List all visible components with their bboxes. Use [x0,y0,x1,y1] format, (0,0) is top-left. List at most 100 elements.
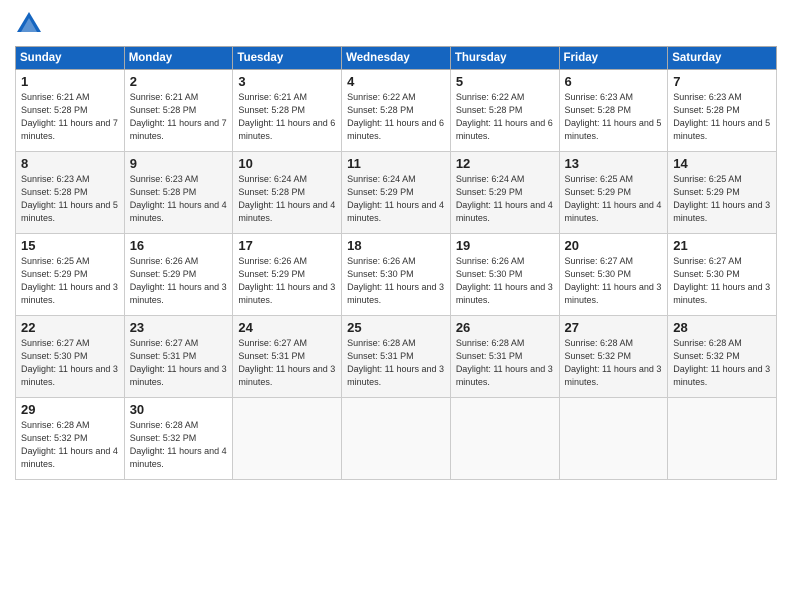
day-number: 24 [238,320,337,335]
day-number: 13 [565,156,664,171]
day-number: 6 [565,74,664,89]
day-info: Sunrise: 6:28 AM Sunset: 5:32 PM Dayligh… [565,337,664,389]
day-info: Sunrise: 6:21 AM Sunset: 5:28 PM Dayligh… [130,91,229,143]
day-info: Sunrise: 6:23 AM Sunset: 5:28 PM Dayligh… [21,173,120,225]
day-number: 30 [130,402,229,417]
week-row-1: 1 Sunrise: 6:21 AM Sunset: 5:28 PM Daylig… [16,70,777,152]
day-number: 27 [565,320,664,335]
calendar-cell: 27 Sunrise: 6:28 AM Sunset: 5:32 PM Dayli… [559,316,668,398]
day-number: 2 [130,74,229,89]
calendar-cell: 1 Sunrise: 6:21 AM Sunset: 5:28 PM Daylig… [16,70,125,152]
day-number: 17 [238,238,337,253]
calendar-cell [559,398,668,480]
calendar-cell: 4Sunrise: 6:22 AM Sunset: 5:28 PM Daylig… [342,70,451,152]
day-info: Sunrise: 6:26 AM Sunset: 5:29 PM Dayligh… [238,255,337,307]
day-number: 12 [456,156,555,171]
calendar-cell: 8 Sunrise: 6:23 AM Sunset: 5:28 PM Daylig… [16,152,125,234]
day-info: Sunrise: 6:27 AM Sunset: 5:30 PM Dayligh… [21,337,120,389]
day-info: Sunrise: 6:27 AM Sunset: 5:31 PM Dayligh… [130,337,229,389]
day-number: 23 [130,320,229,335]
day-info: Sunrise: 6:26 AM Sunset: 5:30 PM Dayligh… [456,255,555,307]
calendar-cell: 19 Sunrise: 6:26 AM Sunset: 5:30 PM Dayli… [450,234,559,316]
day-number: 25 [347,320,446,335]
calendar-cell: 7 Sunrise: 6:23 AM Sunset: 5:28 PM Daylig… [668,70,777,152]
day-number: 7 [673,74,772,89]
week-row-5: 29Sunrise: 6:28 AM Sunset: 5:32 PM Dayli… [16,398,777,480]
day-info: Sunrise: 6:26 AM Sunset: 5:29 PM Dayligh… [130,255,229,307]
header-thursday: Thursday [450,47,559,70]
calendar-cell: 5 Sunrise: 6:22 AM Sunset: 5:28 PM Daylig… [450,70,559,152]
calendar-cell: 6 Sunrise: 6:23 AM Sunset: 5:28 PM Daylig… [559,70,668,152]
header-sunday: Sunday [16,47,125,70]
calendar-table: SundayMondayTuesdayWednesdayThursdayFrid… [15,46,777,480]
calendar-cell: 25 Sunrise: 6:28 AM Sunset: 5:31 PM Dayli… [342,316,451,398]
calendar-cell [668,398,777,480]
calendar-cell: 10Sunrise: 6:24 AM Sunset: 5:28 PM Dayli… [233,152,342,234]
page: SundayMondayTuesdayWednesdayThursdayFrid… [0,0,792,612]
day-number: 16 [130,238,229,253]
calendar-cell [450,398,559,480]
calendar-cell: 14 Sunrise: 6:25 AM Sunset: 5:29 PM Dayli… [668,152,777,234]
day-number: 11 [347,156,446,171]
logo [15,10,47,38]
calendar-cell: 9Sunrise: 6:23 AM Sunset: 5:28 PM Daylig… [124,152,233,234]
day-number: 8 [21,156,120,171]
calendar-cell: 11Sunrise: 6:24 AM Sunset: 5:29 PM Dayli… [342,152,451,234]
day-number: 22 [21,320,120,335]
day-number: 20 [565,238,664,253]
day-number: 1 [21,74,120,89]
week-row-4: 22 Sunrise: 6:27 AM Sunset: 5:30 PM Dayli… [16,316,777,398]
day-info: Sunrise: 6:21 AM Sunset: 5:28 PM Dayligh… [21,91,120,143]
day-info: Sunrise: 6:21 AM Sunset: 5:28 PM Dayligh… [238,91,337,143]
header [15,10,777,38]
day-info: Sunrise: 6:23 AM Sunset: 5:28 PM Dayligh… [673,91,772,143]
day-number: 5 [456,74,555,89]
day-info: Sunrise: 6:27 AM Sunset: 5:30 PM Dayligh… [565,255,664,307]
calendar-cell: 17 Sunrise: 6:26 AM Sunset: 5:29 PM Dayli… [233,234,342,316]
day-info: Sunrise: 6:28 AM Sunset: 5:31 PM Dayligh… [347,337,446,389]
header-row: SundayMondayTuesdayWednesdayThursdayFrid… [16,47,777,70]
header-saturday: Saturday [668,47,777,70]
week-row-3: 15Sunrise: 6:25 AM Sunset: 5:29 PM Dayli… [16,234,777,316]
day-number: 14 [673,156,772,171]
day-info: Sunrise: 6:27 AM Sunset: 5:30 PM Dayligh… [673,255,772,307]
day-info: Sunrise: 6:22 AM Sunset: 5:28 PM Dayligh… [456,91,555,143]
calendar-cell: 23 Sunrise: 6:27 AM Sunset: 5:31 PM Dayli… [124,316,233,398]
day-info: Sunrise: 6:25 AM Sunset: 5:29 PM Dayligh… [21,255,120,307]
day-info: Sunrise: 6:27 AM Sunset: 5:31 PM Dayligh… [238,337,337,389]
calendar-cell: 16 Sunrise: 6:26 AM Sunset: 5:29 PM Dayli… [124,234,233,316]
day-number: 28 [673,320,772,335]
calendar-cell: 24 Sunrise: 6:27 AM Sunset: 5:31 PM Dayli… [233,316,342,398]
calendar-cell: 29Sunrise: 6:28 AM Sunset: 5:32 PM Dayli… [16,398,125,480]
calendar-cell: 15Sunrise: 6:25 AM Sunset: 5:29 PM Dayli… [16,234,125,316]
header-friday: Friday [559,47,668,70]
calendar-cell: 22 Sunrise: 6:27 AM Sunset: 5:30 PM Dayli… [16,316,125,398]
day-number: 21 [673,238,772,253]
calendar-cell: 3 Sunrise: 6:21 AM Sunset: 5:28 PM Daylig… [233,70,342,152]
day-number: 3 [238,74,337,89]
day-info: Sunrise: 6:24 AM Sunset: 5:28 PM Dayligh… [238,173,337,225]
calendar-cell: 28 Sunrise: 6:28 AM Sunset: 5:32 PM Dayli… [668,316,777,398]
calendar-cell: 20 Sunrise: 6:27 AM Sunset: 5:30 PM Dayli… [559,234,668,316]
day-info: Sunrise: 6:25 AM Sunset: 5:29 PM Dayligh… [673,173,772,225]
day-info: Sunrise: 6:28 AM Sunset: 5:32 PM Dayligh… [130,419,229,471]
calendar-cell [233,398,342,480]
day-info: Sunrise: 6:23 AM Sunset: 5:28 PM Dayligh… [565,91,664,143]
calendar-cell: 30 Sunrise: 6:28 AM Sunset: 5:32 PM Dayli… [124,398,233,480]
day-info: Sunrise: 6:24 AM Sunset: 5:29 PM Dayligh… [456,173,555,225]
day-number: 18 [347,238,446,253]
calendar-cell: 21 Sunrise: 6:27 AM Sunset: 5:30 PM Dayli… [668,234,777,316]
day-number: 19 [456,238,555,253]
day-info: Sunrise: 6:28 AM Sunset: 5:31 PM Dayligh… [456,337,555,389]
day-info: Sunrise: 6:23 AM Sunset: 5:28 PM Dayligh… [130,173,229,225]
day-info: Sunrise: 6:26 AM Sunset: 5:30 PM Dayligh… [347,255,446,307]
logo-icon [15,10,43,38]
day-number: 26 [456,320,555,335]
week-row-2: 8 Sunrise: 6:23 AM Sunset: 5:28 PM Daylig… [16,152,777,234]
day-number: 4 [347,74,446,89]
day-info: Sunrise: 6:28 AM Sunset: 5:32 PM Dayligh… [673,337,772,389]
calendar-cell: 12 Sunrise: 6:24 AM Sunset: 5:29 PM Dayli… [450,152,559,234]
calendar-cell: 13Sunrise: 6:25 AM Sunset: 5:29 PM Dayli… [559,152,668,234]
calendar-cell: 18 Sunrise: 6:26 AM Sunset: 5:30 PM Dayli… [342,234,451,316]
header-tuesday: Tuesday [233,47,342,70]
